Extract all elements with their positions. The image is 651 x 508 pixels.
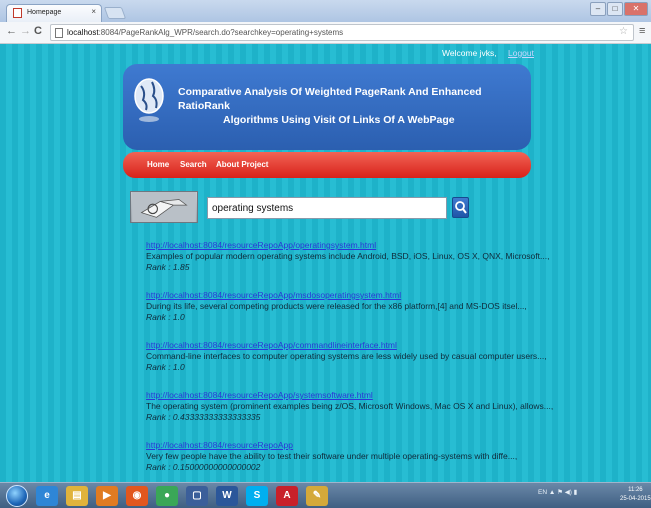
reload-icon[interactable]: C xyxy=(34,25,42,37)
result-link[interactable]: http://localhost:8084/resourceRepoApp xyxy=(146,440,566,450)
page-icon xyxy=(55,28,63,38)
acrobat-icon[interactable]: A xyxy=(276,486,298,506)
result-item: http://localhost:8084/resourceRepoApp/co… xyxy=(146,340,566,372)
result-rank: Rank : 0.43333333333333335 xyxy=(146,412,261,422)
start-button[interactable] xyxy=(6,485,28,507)
result-item: http://localhost:8084/resourceRepoApp/op… xyxy=(146,240,566,272)
internet-explorer-icon[interactable]: e xyxy=(36,486,58,506)
result-item: http://localhost:8084/resourceRepoApp/sy… xyxy=(146,390,566,422)
firefox-icon[interactable]: ◉ xyxy=(126,486,148,506)
taskbar-clock[interactable]: 11:26 25-04-2015 xyxy=(620,486,651,504)
address-bar[interactable]: localhost:8084/PageRankAlg_WPR/search.do… xyxy=(50,24,634,41)
result-link[interactable]: http://localhost:8084/resourceRepoApp/op… xyxy=(146,240,566,250)
window-minimize-button[interactable]: – xyxy=(590,2,606,16)
file-explorer-icon[interactable]: ▤ xyxy=(66,486,88,506)
result-item: http://localhost:8084/resourceRepoApp/ms… xyxy=(146,290,566,322)
result-link[interactable]: http://localhost:8084/resourceRepoApp/co… xyxy=(146,340,566,350)
tab-close-icon[interactable]: × xyxy=(91,7,96,16)
result-item: http://localhost:8084/resourceRepoApp Ve… xyxy=(146,440,566,472)
chrome-icon[interactable]: ● xyxy=(156,486,178,506)
header-banner: Comparative Analysis Of Weighted PageRan… xyxy=(123,64,531,150)
menu-item-home[interactable]: Home xyxy=(147,160,169,169)
header-title-line-2: RatioRank xyxy=(178,100,230,112)
page-favicon-icon xyxy=(13,8,22,18)
result-rank: Rank : 1.0 xyxy=(146,312,185,322)
forward-arrow-icon[interactable]: → xyxy=(20,25,31,37)
tab-title: Homepage xyxy=(27,9,62,16)
windows-taskbar: e ▤ ▶ ◉ ● ▢ W S A ✎ EN ▲ ⚑ ◀) ▮ 11:26 25-04-2015 xyxy=(0,482,651,508)
menu-item-about-project[interactable]: About Project xyxy=(216,160,268,169)
header-title-line-3: Algorithms Using Visit Of Links Of A Web… xyxy=(223,114,455,126)
word-icon[interactable]: W xyxy=(216,486,238,506)
menu-item-search[interactable]: Search xyxy=(180,160,207,169)
search-button[interactable] xyxy=(452,197,469,218)
welcome-text: Welcome jvks, xyxy=(442,48,497,58)
window-maximize-button[interactable]: □ xyxy=(607,2,623,16)
new-tab-button[interactable] xyxy=(103,7,127,19)
globe-logo-icon xyxy=(134,78,164,122)
back-arrow-icon[interactable]: ← xyxy=(6,25,17,37)
result-snippet: The operating system (prominent examples… xyxy=(146,401,554,411)
logout-link[interactable]: Logout xyxy=(508,48,534,58)
search-input[interactable] xyxy=(207,197,447,219)
browser-menu-icon[interactable]: ≡ xyxy=(639,25,645,37)
header-title-line-1: Comparative Analysis Of Weighted PageRan… xyxy=(178,86,482,98)
browser-tabstrip: Homepage × – □ ✕ xyxy=(0,0,651,22)
media-player-icon[interactable]: ▶ xyxy=(96,486,118,506)
result-snippet: During its life, several competing produ… xyxy=(146,301,527,311)
bookmark-star-icon[interactable]: ☆ xyxy=(619,26,628,37)
open-book-image xyxy=(130,191,198,223)
result-link[interactable]: http://localhost:8084/resourceRepoApp/ms… xyxy=(146,290,566,300)
result-snippet: Examples of popular modern operating sys… xyxy=(146,251,550,261)
result-snippet: Command-line interfaces to computer oper… xyxy=(146,351,547,361)
url-path: :8084/PageRankAlg_WPR/search.do?searchke… xyxy=(98,28,344,37)
main-menu-bar: Home Search About Project xyxy=(123,152,531,178)
page-viewport: Welcome jvks, Logout Comparative Analysi… xyxy=(0,44,651,482)
window-close-button[interactable]: ✕ xyxy=(624,2,648,16)
system-tray[interactable]: EN ▲ ⚑ ◀) ▮ xyxy=(538,488,577,496)
result-rank: Rank : 1.0 xyxy=(146,362,185,372)
url-host: localhost xyxy=(67,28,99,37)
clock-time: 11:26 xyxy=(628,487,643,493)
paint-icon[interactable]: ✎ xyxy=(306,486,328,506)
result-link[interactable]: http://localhost:8084/resourceRepoApp/sy… xyxy=(146,390,566,400)
result-snippet: Very few people have the ability to test… xyxy=(146,451,518,461)
browser-toolbar: ← → C localhost:8084/PageRankAlg_WPR/sea… xyxy=(0,22,651,44)
magnifier-icon xyxy=(455,201,467,214)
browser-tab[interactable]: Homepage × xyxy=(6,4,102,22)
clock-date: 25-04-2015 xyxy=(620,496,651,502)
virtualbox-icon[interactable]: ▢ xyxy=(186,486,208,506)
skype-icon[interactable]: S xyxy=(246,486,268,506)
result-rank: Rank : 0.15000000000000002 xyxy=(146,462,261,472)
result-rank: Rank : 1.85 xyxy=(146,262,190,272)
